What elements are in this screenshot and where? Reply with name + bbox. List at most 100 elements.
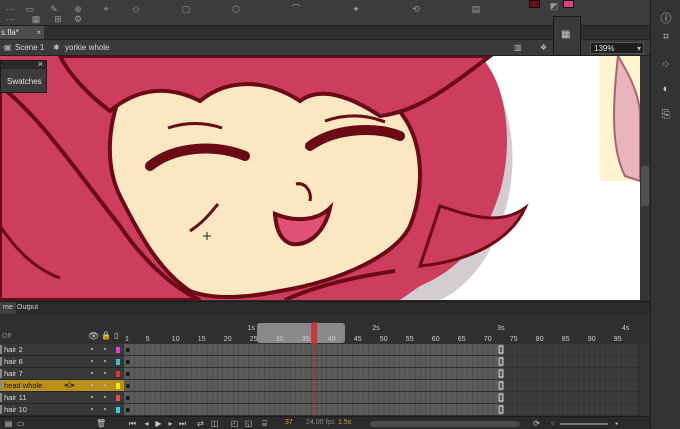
tool-icon[interactable]: ⚙ <box>72 14 84 24</box>
outline-icon[interactable]: ▯ <box>114 331 118 340</box>
tool-icon[interactable]: ⌒ <box>290 4 302 14</box>
frame-tick-label: 10 <box>172 336 180 343</box>
frame-tick-label: 1 <box>125 336 129 343</box>
tool-icon[interactable]: ▢ <box>180 4 192 14</box>
timeline-vertical-scrollbar[interactable] <box>640 344 650 416</box>
layer-color-swatch[interactable] <box>116 359 120 365</box>
go-last-frame-icon[interactable]: ⏭ <box>178 419 187 428</box>
tab-output[interactable]: Output <box>17 302 38 314</box>
layer-color-swatch[interactable] <box>116 383 120 389</box>
onion-markers-icon[interactable]: ⌸ <box>260 419 269 428</box>
layer-row[interactable]: hair 11 <box>0 392 124 404</box>
layer-toggle-dot[interactable] <box>104 348 106 350</box>
new-folder-icon[interactable]: ▭ <box>16 419 25 428</box>
breadcrumb-scene[interactable]: Scene 1 <box>15 43 44 52</box>
close-icon[interactable]: × <box>36 26 41 39</box>
layer-row[interactable]: hair 7 <box>0 368 124 380</box>
layer-row[interactable]: hair 2 <box>0 344 124 356</box>
step-forward-icon[interactable]: ▸ <box>166 419 175 428</box>
elapsed-time[interactable]: 1.5s <box>338 419 351 426</box>
tool-icon[interactable]: ⌖ <box>100 4 112 14</box>
transform-icon[interactable]: ⌗ <box>659 30 673 44</box>
color-icon[interactable]: ◐ <box>659 82 673 96</box>
frame-cells[interactable] <box>123 344 640 416</box>
zoom-field[interactable]: 139% ▾ <box>590 42 644 54</box>
layer-toggle-dot[interactable] <box>104 372 106 374</box>
onion-skin-icon[interactable]: ◫ <box>210 419 219 428</box>
layer-row[interactable]: head whole ◂▯▸ <box>0 380 124 392</box>
layer-toggle-dot[interactable] <box>104 408 106 410</box>
layer-color-swatch[interactable] <box>116 395 120 401</box>
delete-layer-icon[interactable]: 🗑 <box>96 419 106 428</box>
frame-tick-label: 55 <box>406 336 414 343</box>
frame-rate[interactable]: 24.00 fps <box>306 419 335 426</box>
frame-grid[interactable] <box>123 344 640 416</box>
layer-toggle-dot[interactable] <box>104 384 106 386</box>
frame-ruler[interactable]: 1s 2s 3s 4s 1 5 10 15 20 25 30 35 40 45 50 55 60 65 70 75 80… <box>124 322 638 344</box>
center-frame-icon[interactable]: ⟳ <box>532 419 541 428</box>
layer-row[interactable]: hair 10 <box>0 404 124 416</box>
layer-color-swatch[interactable] <box>116 371 120 377</box>
new-layer-icon[interactable]: ▤ <box>4 419 13 428</box>
zoom-out-icon[interactable]: ▫ <box>548 419 557 428</box>
layer-toggle-dot[interactable] <box>91 408 93 410</box>
close-icon[interactable]: × <box>38 59 43 69</box>
layer-toggle-dot[interactable] <box>104 396 106 398</box>
layer-toggle-dot[interactable] <box>104 360 106 362</box>
layer-edit-icons[interactable]: ◂▯▸ <box>64 381 75 389</box>
tool-icon[interactable]: ⋯ <box>4 14 16 24</box>
frame-tick-label: 80 <box>536 336 544 343</box>
panel-header[interactable]: × <box>1 59 46 69</box>
stage-canvas[interactable] <box>0 56 640 300</box>
info-icon[interactable]: ⓘ <box>659 12 673 26</box>
tool-icon[interactable]: ✎ <box>48 4 60 14</box>
stage-vertical-scrollbar[interactable] <box>640 56 650 300</box>
lock-icon[interactable]: 🔒 <box>101 331 111 340</box>
swap-colors-icon[interactable]: ◩ <box>548 1 560 11</box>
fill-color-swatch[interactable] <box>563 0 574 8</box>
zoom-in-icon[interactable]: ▪ <box>612 419 621 428</box>
floating-panel[interactable]: ▦ <box>553 16 581 56</box>
eye-icon[interactable]: 👁 <box>88 331 99 342</box>
edit-scene-icon[interactable]: ▥ <box>514 43 522 52</box>
layer-toggle-dot[interactable] <box>91 384 93 386</box>
scrollbar-thumb[interactable] <box>641 166 649 206</box>
swatches-panel[interactable]: × Swatches <box>0 59 47 93</box>
tool-icon[interactable]: ✦ <box>350 4 362 14</box>
tool-icon[interactable]: ▭ <box>24 4 36 14</box>
tab-timeline[interactable]: me <box>0 302 16 314</box>
ruler-svg[interactable]: 1s 2s 3s 4s1 5 10 15 20 25 30 35 40 45 50 55 60 65 70 75 80… <box>124 322 638 344</box>
seconds-label: 2s <box>372 325 380 332</box>
loop-icon[interactable]: ⇄ <box>196 419 205 428</box>
tool-icon[interactable]: ⟲ <box>410 4 422 14</box>
timeline-horizontal-scrollbar[interactable] <box>370 421 520 427</box>
current-frame[interactable]: 37 <box>285 419 293 426</box>
edit-symbol-icon[interactable]: ❖ <box>540 43 547 52</box>
stroke-color-swatch[interactable] <box>529 0 540 8</box>
layer-toggle-dot[interactable] <box>91 372 93 374</box>
components-icon[interactable]: ⎘ <box>659 108 673 122</box>
tool-icon[interactable]: ⊞ <box>52 14 64 24</box>
edit-multiple-icon[interactable]: ◱ <box>244 419 253 428</box>
align-icon[interactable]: ⁘ <box>659 58 673 72</box>
play-icon[interactable]: ▶ <box>154 419 163 428</box>
onion-outline-icon[interactable]: ◰ <box>230 419 239 428</box>
document-tab[interactable]: s.fla* × <box>0 26 44 39</box>
tool-icon[interactable]: ◇ <box>130 4 142 14</box>
layer-toggle-dot[interactable] <box>91 396 93 398</box>
panel-grid-icon[interactable]: ▦ <box>561 29 570 40</box>
layer-color-swatch[interactable] <box>116 347 120 353</box>
tool-icon[interactable]: ▦ <box>30 14 42 24</box>
tool-icon[interactable]: ⊕ <box>72 4 84 14</box>
tool-icon[interactable]: ⋯ <box>4 4 16 14</box>
step-back-icon[interactable]: ◂ <box>142 419 151 428</box>
layer-toggle-dot[interactable] <box>91 360 93 362</box>
tool-icon[interactable]: ▤ <box>470 4 482 14</box>
layer-toggle-dot[interactable] <box>91 348 93 350</box>
breadcrumb-symbol[interactable]: yorkie whole <box>65 43 109 52</box>
timeline-zoom-slider[interactable] <box>560 423 608 425</box>
layer-color-swatch[interactable] <box>116 407 120 413</box>
tool-icon[interactable]: ⬡ <box>230 4 242 14</box>
go-first-frame-icon[interactable]: ⏮ <box>128 419 137 428</box>
layer-row[interactable]: hair 6 <box>0 356 124 368</box>
